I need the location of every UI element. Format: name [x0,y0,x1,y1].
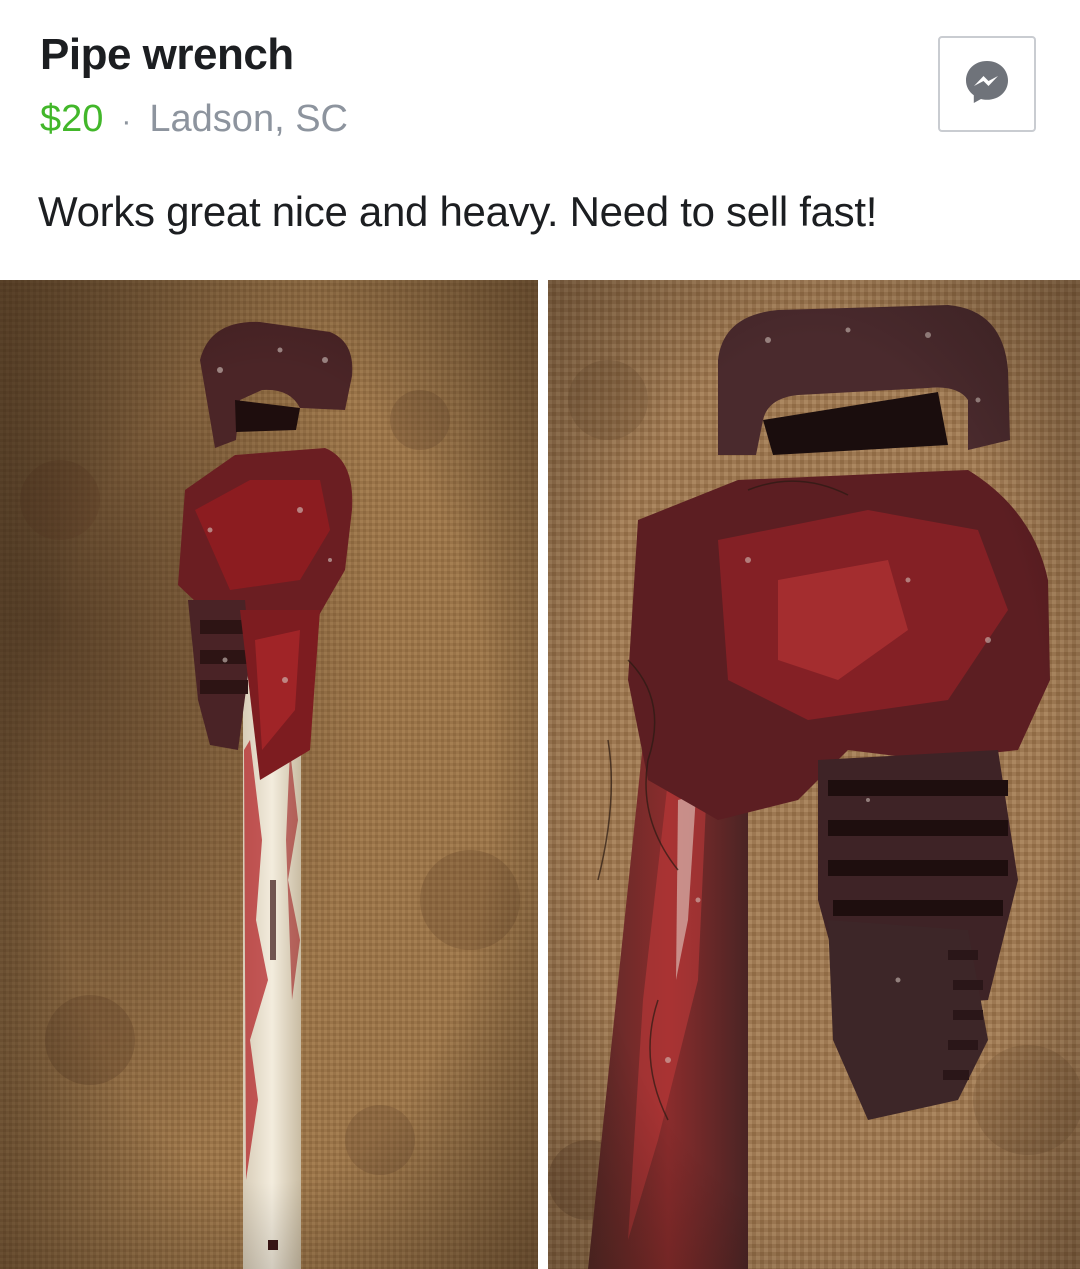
listing-title[interactable]: Pipe wrench [40,30,294,80]
meta-separator: · [121,105,132,138]
listing-location[interactable]: Ladson, SC [149,98,348,140]
message-seller-button[interactable] [938,36,1036,132]
marketplace-listing-card: Pipe wrench $20 · Ladson, SC Works great n… [0,0,1080,1269]
listing-photo-2[interactable] [548,280,1080,1269]
messenger-icon [962,57,1012,112]
listing-header: Pipe wrench $20 · Ladson, SC Works great n… [0,0,1080,272]
listing-photos [0,272,1080,1269]
listing-meta: $20 · Ladson, SC [40,98,348,141]
listing-photo-1[interactable] [0,280,538,1269]
listing-description: Works great nice and heavy. Need to sell… [38,188,878,235]
listing-price: $20 [40,98,104,140]
